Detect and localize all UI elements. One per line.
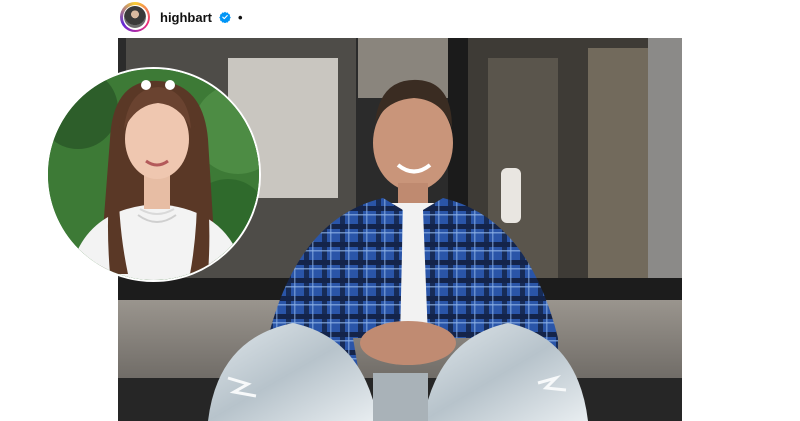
- header-separator: •: [238, 9, 243, 25]
- profile-avatar-icon: [124, 6, 146, 28]
- profile-avatar[interactable]: [120, 2, 150, 32]
- username-link[interactable]: highbart: [160, 10, 212, 25]
- avatar-ring-inner: [122, 4, 148, 30]
- post-header: highbart •: [120, 1, 243, 33]
- verified-badge-icon: [219, 11, 231, 23]
- inset-portrait: [46, 67, 261, 282]
